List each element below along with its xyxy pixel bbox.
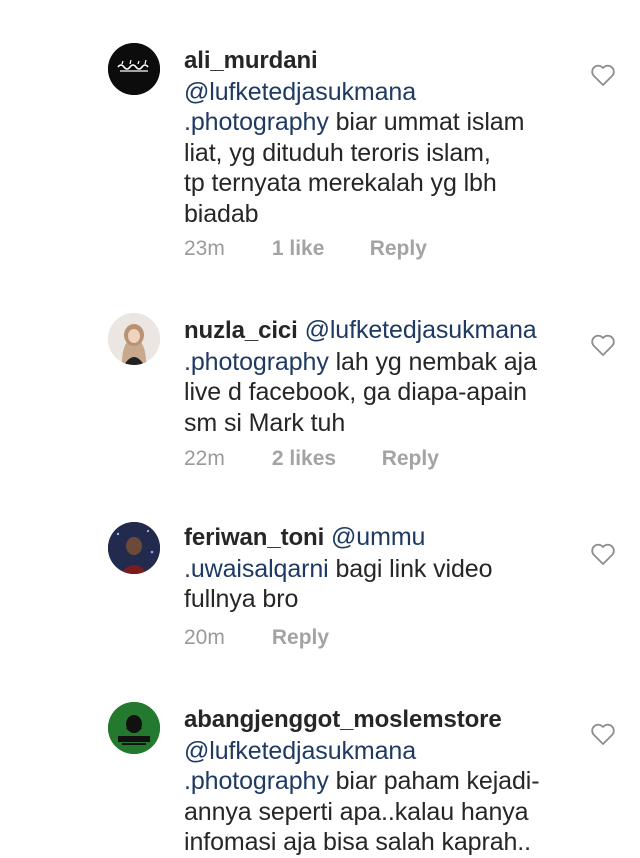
like-count[interactable]: 2 likes <box>272 447 346 471</box>
heart-outline-icon[interactable] <box>590 542 616 566</box>
mention-link[interactable]: @lufketedjasukmana <box>305 316 537 344</box>
comment-meta: 23m 1 like Reply <box>184 237 427 261</box>
mention-link[interactable]: .uwaisalqarni <box>184 555 329 583</box>
mention-link[interactable]: @lufketedjasukmana <box>184 78 416 106</box>
avatar[interactable] <box>108 43 160 95</box>
comment-text: sm si Mark tuh <box>184 408 346 437</box>
comment-body: feriwan_toni @ummu .uwaisalqarni bagi li… <box>184 522 564 615</box>
avatar[interactable] <box>108 522 160 574</box>
avatar[interactable] <box>108 313 160 365</box>
heart-outline-icon[interactable] <box>590 63 616 87</box>
comment-text: lah yg nembak aja <box>328 347 537 376</box>
comment-text: infomasi aja bisa salah kaprah.. <box>184 828 531 856</box>
comment-text: biadab <box>184 199 259 228</box>
like-count[interactable]: 1 like <box>272 237 334 261</box>
comment-text: live d facebook, ga diapa-apain <box>184 378 527 406</box>
comment-username[interactable]: feriwan_toni <box>184 524 324 551</box>
mention-link[interactable]: .photography <box>184 767 329 795</box>
mention-link[interactable]: @lufketedjasukmana <box>184 737 416 765</box>
comment-body: nuzla_cici @lufketedjasukmana .photograp… <box>184 315 564 438</box>
comment-body: abangjenggot_moslemstore @lufketedjasukm… <box>184 704 564 858</box>
comment-username[interactable]: nuzla_cici <box>184 317 298 344</box>
comment-text: biar ummat islam <box>328 108 525 136</box>
heart-outline-icon[interactable] <box>590 333 616 357</box>
comment-timestamp: 23m <box>184 237 225 260</box>
reply-button[interactable]: Reply <box>382 447 439 471</box>
mention-link[interactable]: .photography <box>184 108 329 136</box>
comment-meta: 20m Reply <box>184 626 329 650</box>
comment-text: bagi link video <box>328 554 493 583</box>
comment-username[interactable]: abangjenggot_moslemstore <box>184 706 502 733</box>
comment-text: annya seperti apa..kalau hanya <box>184 797 529 826</box>
comment-meta: 22m 2 likes Reply <box>184 447 439 471</box>
avatar[interactable] <box>108 702 160 754</box>
mention-link[interactable]: .photography <box>184 348 329 376</box>
comment-body: ali_murdani @lufketedjasukmana .photogra… <box>184 45 564 229</box>
comment-timestamp: 22m <box>184 447 225 470</box>
reply-button[interactable]: Reply <box>272 626 329 650</box>
heart-outline-icon[interactable] <box>590 722 616 746</box>
comment-text: fullnya bro <box>184 585 299 613</box>
comment-text: biar paham kejadi- <box>328 767 540 795</box>
comment-text: tp ternyata merekalah yg lbh <box>184 169 497 197</box>
comment-username[interactable]: ali_murdani <box>184 47 318 74</box>
mention-link[interactable]: @ummu <box>331 523 425 551</box>
comment-timestamp: 20m <box>184 626 225 649</box>
reply-button[interactable]: Reply <box>370 237 427 261</box>
comment-text: liat, yg dituduh teroris islam, <box>184 138 491 167</box>
